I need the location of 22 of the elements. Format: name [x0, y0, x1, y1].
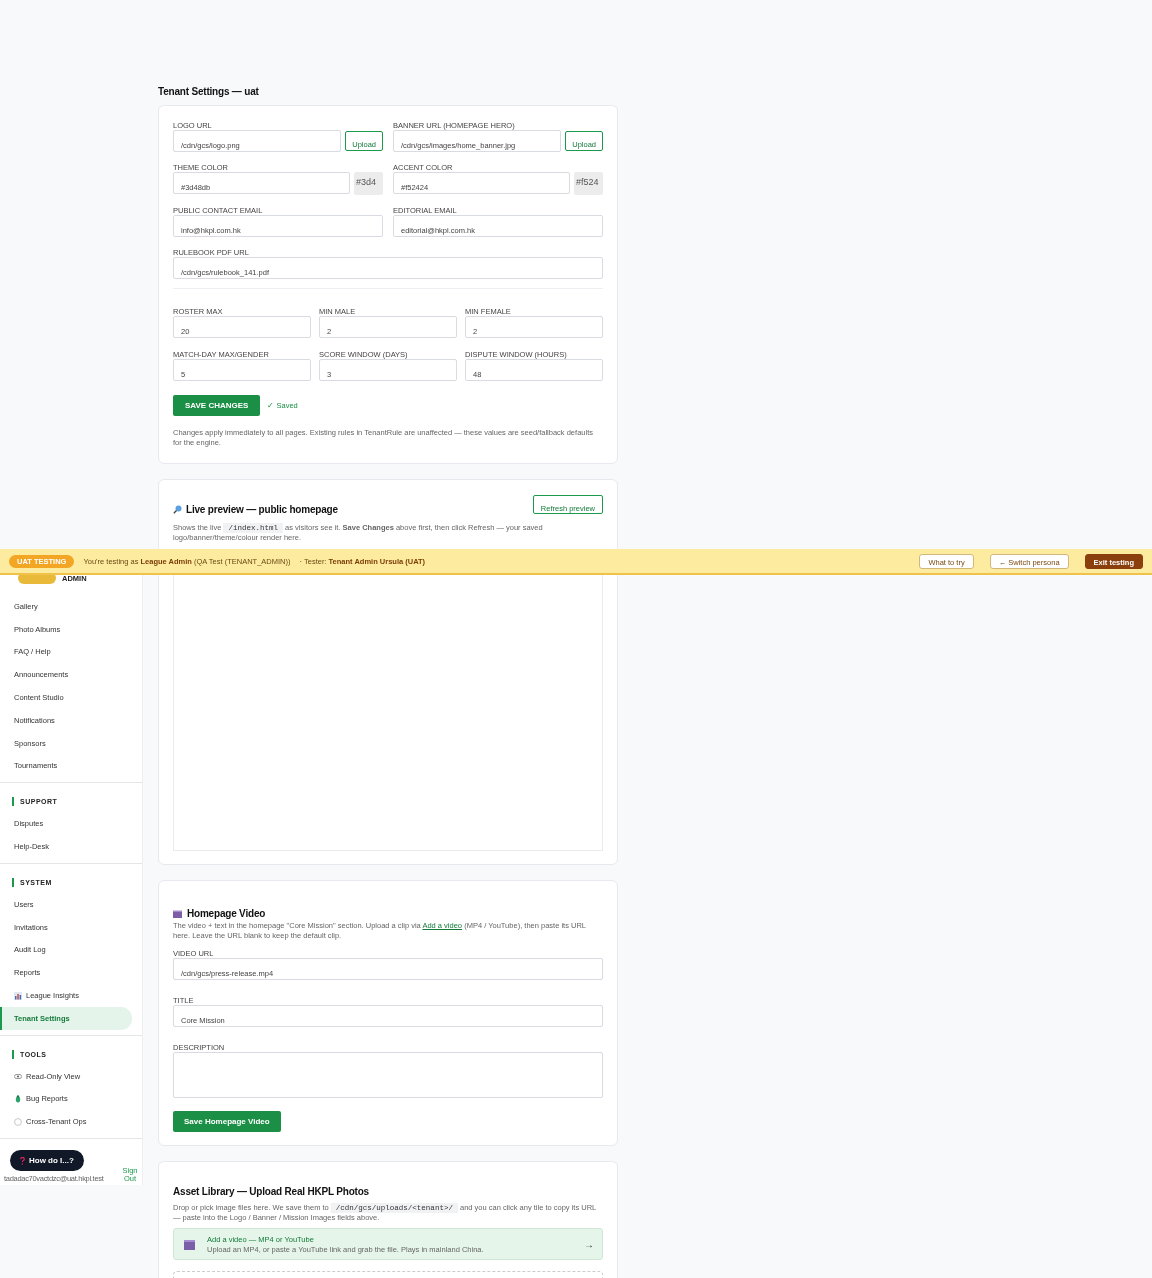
section-marker: [12, 797, 14, 807]
clapperboard-icon: [184, 1239, 195, 1250]
asset-library-title: Asset Library — Upload Real HKPL Photos: [173, 1186, 370, 1197]
video-title: Homepage Video: [187, 908, 266, 919]
save-video-button[interactable]: Save Homepage Video: [173, 1111, 281, 1132]
question-icon: [20, 1156, 25, 1165]
clapperboard-icon: [173, 909, 182, 918]
bug-icon: [14, 1094, 22, 1103]
color-swatch[interactable]: #3d4: [354, 172, 383, 195]
page-title: Tenant Settings — uat: [158, 86, 260, 97]
arrow-glyph: →: [584, 1239, 594, 1250]
description-textarea[interactable]: [173, 1052, 603, 1098]
color-swatch[interactable]: #f524: [574, 172, 603, 195]
preview-title: Live preview — public homepage: [186, 504, 338, 515]
section-marker: [12, 1049, 14, 1059]
save-changes-button[interactable]: SAVE CHANGES: [173, 395, 261, 416]
help-button[interactable]: How do I...?: [10, 1150, 84, 1171]
globe-icon: [14, 1117, 22, 1126]
section-marker: [12, 877, 14, 887]
eye-icon: [14, 1073, 22, 1079]
bar-chart-icon: [14, 991, 22, 1000]
magnifier-icon: [173, 505, 182, 514]
